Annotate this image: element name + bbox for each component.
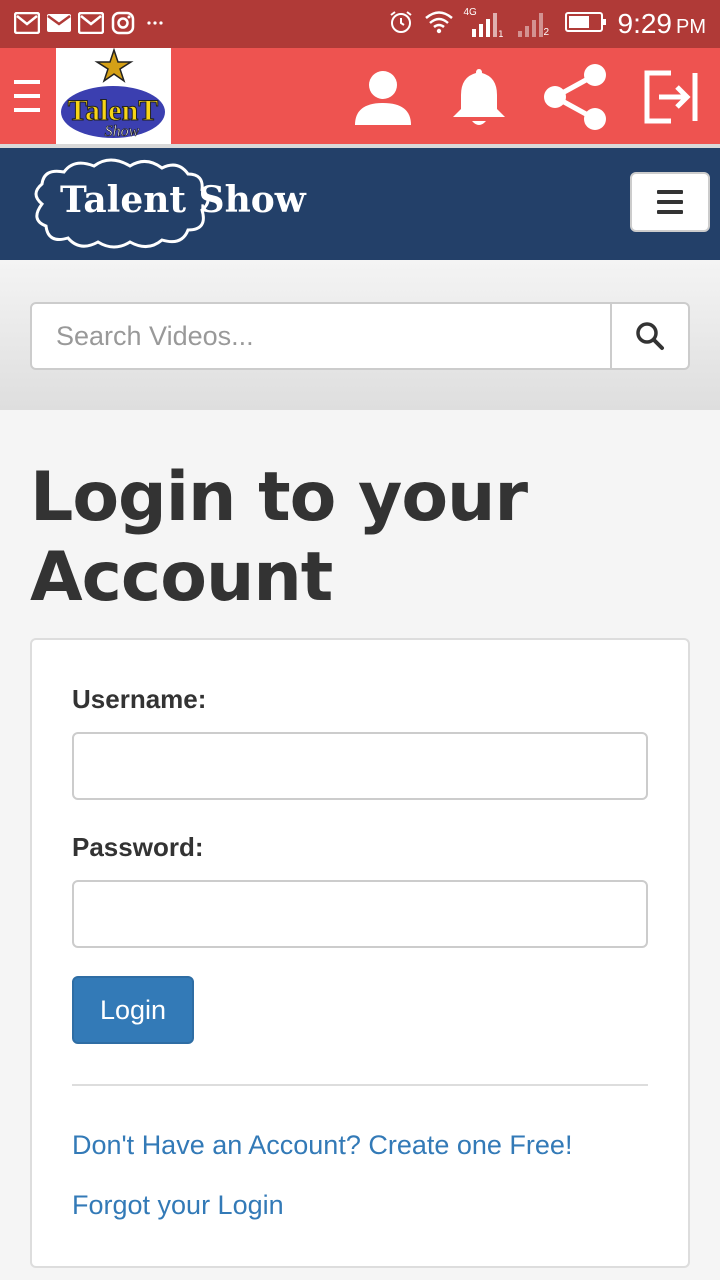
app-logo[interactable]: TalenT Show [56, 47, 171, 144]
wifi-icon [424, 10, 454, 39]
bell-icon[interactable] [444, 62, 514, 132]
clock: 9:29 PM [618, 8, 707, 40]
clock-time: 9:29 [617, 8, 673, 39]
status-bar: 4G 1 2 9:29 PM [0, 0, 720, 48]
username-field[interactable] [74, 734, 646, 798]
search-form [30, 302, 690, 370]
page-title-line1: Login to your [30, 458, 528, 537]
username-label: Username: [72, 684, 207, 714]
notification-icons [14, 10, 168, 36]
network-type-label: 4G [463, 7, 477, 18]
password-field-wrapper [72, 880, 648, 948]
signal-icon: 4G 1 [463, 7, 504, 40]
more-icon [142, 10, 168, 36]
gmail-icon [78, 10, 104, 36]
system-icons: 4G 1 2 9:29 PM [388, 6, 707, 42]
search-icon [636, 322, 664, 350]
signal-icon: 2 [514, 9, 554, 39]
app-bar: TalenT Show [0, 47, 720, 144]
divider [72, 1084, 648, 1086]
alarm-icon [388, 9, 414, 40]
nav-toggle-bar [657, 200, 683, 204]
logo-subtext: Show [105, 123, 140, 140]
page-title: Login to your Account [30, 458, 690, 618]
battery-icon [564, 10, 608, 39]
password-label: Password: [72, 832, 204, 862]
page-title-line2: Account [30, 538, 333, 617]
share-icon[interactable] [540, 62, 610, 132]
user-icon[interactable] [348, 62, 418, 132]
nav-toggle-bar [657, 210, 683, 214]
brand-logo[interactable]: Talent Show [28, 154, 308, 254]
forgot-login-link[interactable]: Forgot your Login [72, 1190, 284, 1221]
search-button[interactable] [610, 304, 688, 368]
password-field[interactable] [74, 882, 646, 946]
gmail-icon [14, 10, 40, 36]
nav-toggle-button[interactable] [630, 172, 710, 232]
username-field-wrapper [72, 732, 648, 800]
nav-toggle-bar [657, 190, 683, 194]
sim2-label: 2 [543, 27, 550, 38]
create-account-link[interactable]: Don't Have an Account? Create one Free! [72, 1130, 572, 1161]
clock-ampm: PM [676, 16, 706, 38]
brand-text: Talent Show [60, 179, 307, 221]
search-section [0, 260, 720, 410]
search-input[interactable] [32, 304, 610, 368]
site-navbar: Talent Show [0, 148, 720, 260]
login-button[interactable]: Login [72, 976, 194, 1044]
menu-icon[interactable] [12, 76, 42, 116]
svg-text:1: 1 [498, 30, 504, 39]
login-form-card: Username: Password: Login Don't Have an … [30, 638, 690, 1268]
instagram-icon [110, 10, 136, 36]
email-icon [46, 10, 72, 36]
logout-icon[interactable] [636, 62, 706, 132]
